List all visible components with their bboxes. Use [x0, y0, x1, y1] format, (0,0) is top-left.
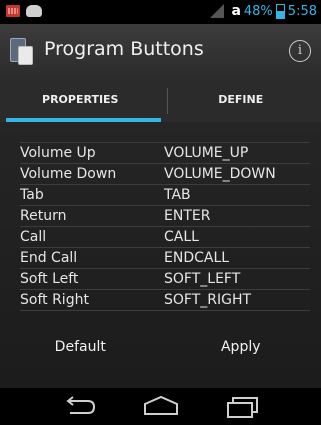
table-row[interactable]: Volume Up VOLUME_UP	[20, 142, 310, 163]
key-value: VOLUME_UP	[164, 145, 249, 161]
tab-divider	[167, 88, 168, 114]
key-name: Soft Right	[20, 292, 89, 308]
key-value: SOFT_LEFT	[164, 271, 241, 287]
key-value: CALL	[164, 229, 199, 245]
key-name: Call	[20, 229, 47, 245]
home-icon[interactable]	[141, 394, 181, 418]
key-value: VOLUME_DOWN	[164, 166, 276, 182]
table-row[interactable]: Soft Right SOFT_RIGHT	[20, 289, 310, 311]
button-row: Default Apply	[0, 336, 321, 358]
action-bar: Program Buttons i	[0, 24, 321, 80]
key-name: Return	[20, 208, 67, 224]
default-button[interactable]: Default	[0, 336, 161, 358]
app-icon	[10, 38, 34, 65]
status-indicators: a 48% 5:58	[210, 3, 317, 19]
clock: 5:58	[287, 3, 317, 19]
recent-apps-icon[interactable]	[223, 394, 263, 418]
navigation-bar	[0, 388, 321, 425]
key-value: SOFT_RIGHT	[164, 292, 252, 308]
table-row[interactable]: End Call ENDCALL	[20, 247, 310, 268]
table-row[interactable]: Return ENTER	[20, 205, 310, 226]
carrier-indicator: a	[231, 3, 241, 19]
tab-define[interactable]: DEFINE	[161, 80, 321, 122]
app-title: Program Buttons	[44, 38, 204, 60]
table-row[interactable]: Soft Left SOFT_LEFT	[20, 268, 310, 289]
key-name: Soft Left	[20, 271, 79, 287]
table-row[interactable]: Call CALL	[20, 226, 310, 247]
table-row[interactable]: Volume Down VOLUME_DOWN	[20, 163, 310, 184]
key-mapping-table: Volume Up VOLUME_UP Volume Down VOLUME_D…	[20, 142, 310, 311]
key-name: End Call	[20, 250, 78, 266]
signal-icon	[210, 4, 225, 18]
key-name: Volume Down	[20, 166, 117, 182]
key-value: ENTER	[164, 208, 211, 224]
key-name: Volume Up	[20, 145, 96, 161]
tab-bar: PROPERTIES DEFINE	[0, 80, 321, 122]
info-icon[interactable]: i	[289, 40, 311, 62]
battery-percent: 48%	[243, 3, 273, 19]
tab-properties[interactable]: PROPERTIES	[0, 80, 161, 122]
apply-button[interactable]: Apply	[161, 336, 321, 358]
notification-icons	[6, 5, 42, 17]
calendar-icon	[6, 5, 20, 17]
key-value: TAB	[164, 187, 191, 203]
back-icon[interactable]	[58, 394, 98, 418]
status-bar: a 48% 5:58	[0, 0, 321, 24]
properties-panel: Volume Up VOLUME_UP Volume Down VOLUME_D…	[0, 122, 321, 388]
table-row[interactable]: Tab TAB	[20, 184, 310, 205]
cat-icon	[26, 5, 42, 17]
key-name: Tab	[20, 187, 44, 203]
battery-icon	[275, 3, 285, 19]
key-value: ENDCALL	[164, 250, 230, 266]
